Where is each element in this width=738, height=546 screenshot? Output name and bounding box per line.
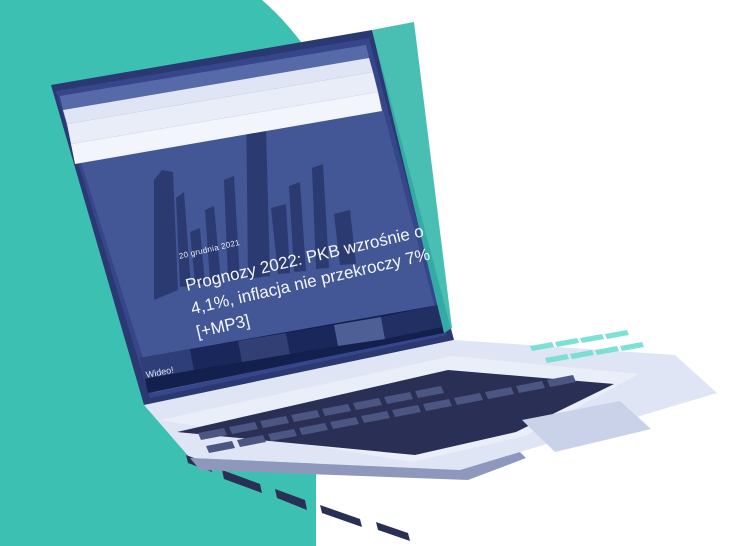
hero-image: 20 grudnia 2021 Prognozy 2022: PKB wzroś…: [0, 0, 738, 546]
